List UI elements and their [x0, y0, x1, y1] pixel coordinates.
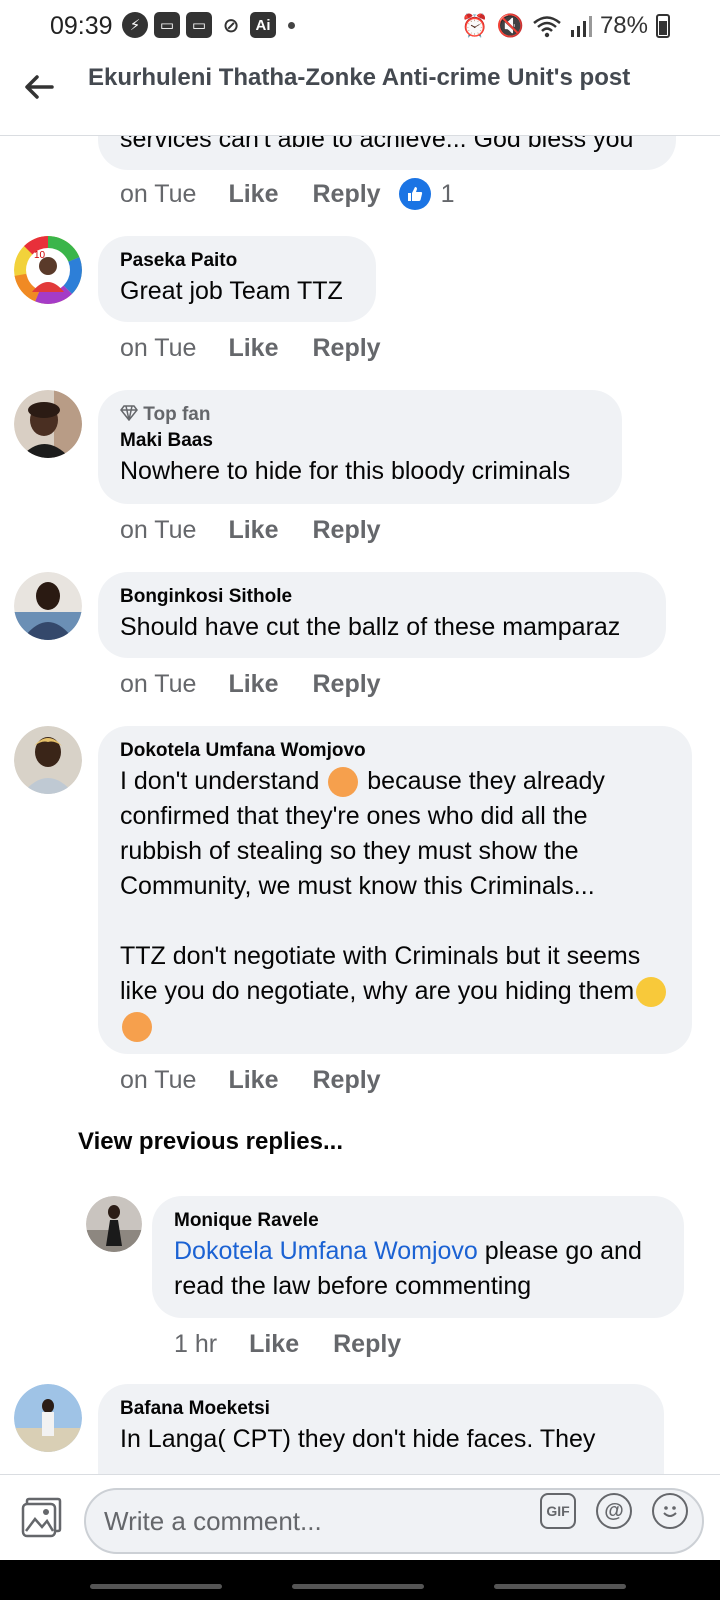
- vibrate-off-icon: 🔇: [496, 13, 524, 38]
- back-button[interactable]: [494, 1584, 626, 1589]
- comment-bubble: Top fan Maki Baas Nowhere to hide for th…: [98, 390, 622, 504]
- facepalm-emoji-icon: [328, 767, 359, 798]
- mention-link[interactable]: Dokotela Umfana Womjovo: [174, 1237, 478, 1265]
- like-button[interactable]: Like: [228, 334, 278, 363]
- comment-bubble: Paseka Paito Great job Team TTZ: [98, 236, 376, 322]
- emoji-icon[interactable]: [652, 1493, 688, 1529]
- top-fan-badge: Top fan: [120, 402, 600, 428]
- comment-author[interactable]: Bonginkosi Sithole: [120, 584, 644, 610]
- mute-icon: ⊘: [222, 14, 240, 37]
- like-button[interactable]: Like: [228, 670, 278, 699]
- system-nav-bar: [0, 1560, 720, 1600]
- reply-button[interactable]: Reply: [333, 1330, 401, 1359]
- avatar[interactable]: [86, 1196, 142, 1252]
- comment-text: Great job Team TTZ: [120, 277, 343, 305]
- comments-list[interactable]: services can't able to achieve... God bl…: [0, 136, 720, 1474]
- diamond-icon: [120, 404, 143, 425]
- reply-actions: 1 hr Like Reply: [174, 1330, 435, 1359]
- reply-time[interactable]: 1 hr: [174, 1330, 217, 1359]
- comment-actions: on Tue Like Reply: [120, 670, 415, 699]
- composer-icons: GIF @: [540, 1493, 688, 1529]
- avatar[interactable]: [14, 726, 82, 794]
- comment-time[interactable]: on Tue: [120, 180, 196, 209]
- comment-author[interactable]: Maki Baas: [120, 428, 600, 454]
- comment-actions: on Tue Like Reply 1: [120, 178, 454, 210]
- gallery-icon: ▭: [186, 12, 212, 38]
- comment-text: I don't understand because they already …: [120, 764, 670, 1044]
- comment-text-part: I don't understand: [120, 767, 327, 795]
- photo-icon[interactable]: [20, 1497, 62, 1539]
- more-notifications-dot: [288, 21, 295, 29]
- comment-bubble: Dokotela Umfana Womjovo I don't understa…: [98, 726, 692, 1054]
- reply-button[interactable]: Reply: [312, 334, 380, 363]
- reply-button[interactable]: Reply: [312, 516, 380, 545]
- comment-composer: Write a comment... GIF @: [0, 1474, 720, 1560]
- system-icons: ⏰ 🔇 78%: [461, 12, 670, 40]
- home-button[interactable]: [292, 1584, 424, 1589]
- comment-time[interactable]: on Tue: [120, 334, 196, 363]
- wifi-icon: [533, 16, 561, 38]
- comment-text: services can't able to achieve... God bl…: [120, 136, 634, 153]
- like-button[interactable]: Like: [228, 180, 278, 209]
- reply-bubble: Monique Ravele Dokotela Umfana Womjovo p…: [152, 1196, 684, 1318]
- notification-icons: ⚡ ▭ ▭ ⊘ Ai: [122, 12, 295, 38]
- like-button[interactable]: Like: [228, 1066, 278, 1095]
- comment-bubble: services can't able to achieve... God bl…: [98, 136, 676, 170]
- mention-icon[interactable]: @: [596, 1493, 632, 1529]
- recent-apps-button[interactable]: [90, 1584, 222, 1589]
- comment-text: Nowhere to hide for this bloody criminal…: [120, 457, 571, 485]
- comment-actions: on Tue Like Reply: [120, 516, 415, 545]
- shrug-emoji-icon: [122, 1012, 152, 1043]
- comment-text-part: TTZ don't negotiate with Criminals but i…: [120, 942, 648, 1005]
- comment-author[interactable]: Paseka Paito: [120, 248, 354, 274]
- status-time: 09:39: [50, 12, 113, 40]
- comment-actions: on Tue Like Reply: [120, 1066, 415, 1095]
- avatar[interactable]: [14, 1384, 82, 1452]
- top-fan-label: Top fan: [143, 404, 211, 425]
- comment-actions: on Tue Like Reply: [120, 334, 415, 363]
- alarm-icon: ⏰: [461, 13, 489, 38]
- reply-button[interactable]: Reply: [312, 670, 380, 699]
- avatar[interactable]: 10: [14, 236, 82, 304]
- comment-author[interactable]: Bafana Moeketsi: [120, 1396, 642, 1422]
- gif-icon[interactable]: GIF: [540, 1493, 576, 1529]
- view-previous-replies-link[interactable]: View previous replies...: [78, 1128, 343, 1156]
- comment-bubble: Bafana Moeketsi In Langa( CPT) they don'…: [98, 1384, 664, 1474]
- avatar[interactable]: [14, 572, 82, 640]
- comment-time[interactable]: on Tue: [120, 670, 196, 699]
- comment-bubble: Bonginkosi Sithole Should have cut the b…: [98, 572, 666, 658]
- reply-button[interactable]: Reply: [312, 180, 380, 209]
- comment-text: Should have cut the ballz of these mampa…: [120, 613, 621, 641]
- avatar[interactable]: [14, 390, 82, 458]
- signal-icon: [570, 16, 592, 37]
- comment-author[interactable]: Dokotela Umfana Womjovo: [120, 738, 670, 764]
- gallery-icon: ▭: [154, 12, 180, 38]
- comment-text: In Langa( CPT) they don't hide faces. Th…: [120, 1425, 596, 1453]
- page-title: Ekurhuleni Thatha-Zonke Anti-crime Unit'…: [88, 64, 631, 91]
- post-header: Ekurhuleni Thatha-Zonke Anti-crime Unit'…: [0, 52, 720, 136]
- svg-text:10: 10: [34, 250, 46, 261]
- like-button[interactable]: Like: [249, 1330, 299, 1359]
- ai-icon: Ai: [250, 12, 276, 38]
- weary-face-emoji-icon: [636, 977, 667, 1008]
- reply-text: Dokotela Umfana Womjovo please go and re…: [174, 1234, 662, 1304]
- comment-time[interactable]: on Tue: [120, 516, 196, 545]
- battery-icon: [656, 14, 670, 38]
- like-reaction-icon[interactable]: [398, 178, 431, 210]
- comment-time[interactable]: on Tue: [120, 1066, 196, 1095]
- messenger-icon: ⚡: [122, 12, 148, 38]
- status-bar: 09:39 ⚡ ▭ ▭ ⊘ Ai ⏰ 🔇 78%: [0, 0, 720, 52]
- reply-button[interactable]: Reply: [312, 1066, 380, 1095]
- back-arrow-icon[interactable]: [22, 70, 62, 110]
- battery-percent: 78%: [599, 12, 648, 39]
- reaction-count[interactable]: 1: [441, 180, 455, 209]
- like-button[interactable]: Like: [228, 516, 278, 545]
- reply-author[interactable]: Monique Ravele: [174, 1208, 662, 1234]
